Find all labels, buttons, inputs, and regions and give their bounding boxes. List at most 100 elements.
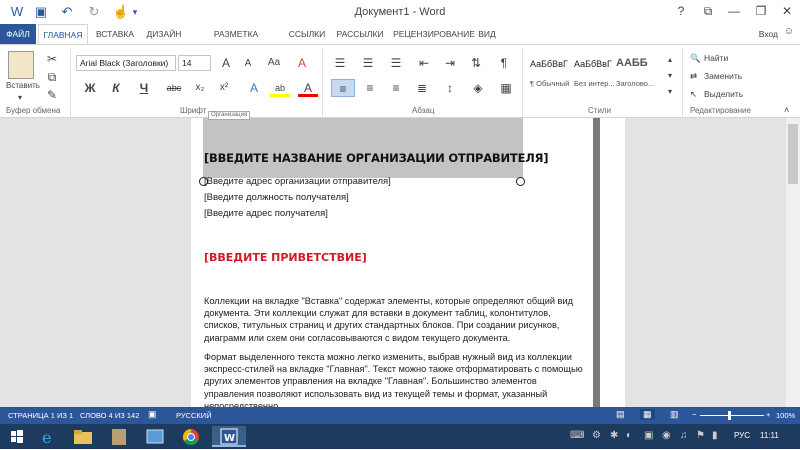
tray-icon[interactable]: ▣	[644, 430, 653, 441]
italic-button[interactable]: К	[106, 79, 126, 97]
tab-home[interactable]: ГЛАВНАЯ	[38, 24, 88, 44]
tab-references[interactable]: ССЫЛКИ	[284, 24, 330, 44]
input-language[interactable]: РУС	[734, 431, 750, 440]
read-mode-icon[interactable]: ▤	[616, 409, 625, 420]
clear-format-button[interactable]: A	[292, 54, 312, 72]
font-color-button[interactable]: A	[298, 79, 318, 97]
sign-in-link[interactable]: Вход	[759, 24, 778, 44]
find-button[interactable]: Найти	[704, 53, 728, 63]
word-taskbar-icon[interactable]: W	[212, 426, 246, 447]
font-family-combo[interactable]: Arial Black (Заголовки)	[76, 55, 176, 71]
resize-handle-right[interactable]	[516, 177, 525, 186]
style-heading[interactable]: ААББ Заголово...	[614, 49, 656, 89]
tray-icon[interactable]: ◉	[662, 430, 671, 441]
web-layout-icon[interactable]: ▥	[670, 409, 679, 420]
text-effects-button[interactable]: A	[244, 79, 264, 97]
proofing-icon[interactable]: ▣	[148, 409, 157, 420]
org-name-placeholder[interactable]: [ВВЕДИТЕ НАЗВАНИЕ ОРГАНИЗАЦИИ ОТПРАВИТЕЛ…	[204, 151, 548, 165]
align-right-icon[interactable]: ≡	[386, 79, 406, 97]
style-no-spacing[interactable]: АаБбВвГ Без интер...	[572, 49, 615, 89]
flag-icon[interactable]: ⚑	[696, 430, 705, 441]
find-icon[interactable]: 🔍	[690, 53, 701, 64]
justify-icon[interactable]: ≣	[412, 79, 432, 97]
tab-insert[interactable]: ВСТАВКА	[92, 24, 138, 44]
zoom-slider-thumb[interactable]	[728, 411, 731, 420]
paste-dropdown-icon[interactable]: ▾	[18, 93, 22, 102]
user-icon[interactable]: ☺	[784, 26, 794, 37]
superscript-button[interactable]: x²	[214, 79, 234, 97]
header-text-box[interactable]	[203, 118, 523, 178]
recipient-title-placeholder[interactable]: [Введите должность получателя]	[204, 192, 349, 203]
styles-more-icon[interactable]: ▾	[660, 83, 680, 101]
paste-button[interactable]: Вставить	[6, 81, 40, 90]
file-explorer-icon[interactable]	[68, 426, 98, 447]
select-icon[interactable]: ↖	[690, 89, 697, 100]
change-case-button[interactable]: Aa	[264, 54, 284, 72]
internet-explorer-icon[interactable]: e	[34, 426, 64, 447]
app-icon[interactable]	[104, 426, 134, 447]
keyboard-icon[interactable]: ⌨	[570, 430, 584, 441]
replace-icon[interactable]: ⇄	[690, 71, 697, 82]
network-icon[interactable]: ▮	[712, 430, 718, 441]
tab-file[interactable]: ФАЙЛ	[0, 24, 36, 44]
tray-icon[interactable]: ♫	[680, 430, 688, 441]
zoom-level[interactable]: 100%	[776, 411, 795, 420]
print-layout-icon[interactable]: ▦	[640, 409, 655, 420]
bluetooth-icon[interactable]: ✱	[610, 430, 618, 441]
body-paragraph[interactable]: Коллекции на вкладке "Вставка" содержат …	[204, 295, 584, 344]
zoom-slider[interactable]	[700, 415, 764, 416]
tab-review[interactable]: РЕЦЕНЗИРОВАНИЕ	[390, 24, 478, 44]
highlight-button[interactable]: ab	[270, 79, 290, 97]
align-center-icon[interactable]: ≡	[360, 79, 380, 97]
show-marks-button[interactable]: ¶	[494, 54, 514, 72]
minimize-button[interactable]: —	[723, 2, 745, 20]
zoom-in-button[interactable]: +	[766, 410, 770, 419]
paste-icon[interactable]	[8, 51, 34, 79]
numbering-icon[interactable]: ☰	[358, 54, 378, 72]
scrollbar-thumb[interactable]	[788, 124, 798, 184]
body-paragraph[interactable]: Формат выделенного текста можно легко из…	[204, 351, 584, 412]
chrome-icon[interactable]	[176, 426, 206, 447]
borders-icon[interactable]: ▦	[496, 79, 516, 97]
tray-icon[interactable]: ◐	[626, 430, 632, 441]
help-button[interactable]: ?	[670, 2, 692, 20]
tab-layout[interactable]: РАЗМЕТКА СТРАНИЦЫ	[192, 24, 280, 59]
sort-icon[interactable]: ⇅	[466, 54, 486, 72]
control-panel-icon[interactable]	[140, 426, 170, 447]
greeting-placeholder[interactable]: [ВВЕДИТЕ ПРИВЕТСТВИЕ]	[204, 251, 367, 264]
recipient-address-placeholder[interactable]: [Введите адрес получателя]	[204, 208, 328, 219]
copy-icon[interactable]: ⧉	[42, 68, 62, 86]
cut-icon[interactable]: ✂	[42, 50, 62, 68]
page-count[interactable]: СТРАНИЦА 1 ИЗ 1	[8, 411, 73, 420]
org-address-placeholder[interactable]: [Введите адрес организации отправителя]	[204, 176, 391, 187]
tab-mailings[interactable]: РАССЫЛКИ	[334, 24, 386, 44]
line-spacing-icon[interactable]: ↕	[440, 79, 460, 97]
zoom-out-button[interactable]: −	[692, 410, 696, 419]
align-left-icon[interactable]: ≡	[331, 79, 355, 97]
word-count[interactable]: СЛОВО 4 ИЗ 142	[80, 411, 139, 420]
font-size-combo[interactable]: 14	[178, 55, 211, 71]
select-button[interactable]: Выделить	[704, 89, 743, 99]
tray-icon[interactable]: ⚙	[592, 430, 601, 441]
shading-icon[interactable]: ◈	[468, 79, 488, 97]
replace-button[interactable]: Заменить	[704, 71, 742, 81]
tab-view[interactable]: ВИД	[474, 24, 500, 44]
shrink-font-button[interactable]: A	[238, 55, 258, 73]
strikethrough-button[interactable]: abc	[164, 79, 184, 97]
format-painter-icon[interactable]: ✎	[42, 86, 62, 104]
ribbon-display-button[interactable]: ⧉	[697, 2, 719, 20]
tab-design[interactable]: ДИЗАЙН	[142, 24, 186, 44]
underline-button[interactable]: Ч	[134, 79, 154, 97]
collapse-ribbon-icon[interactable]: ˄	[784, 105, 789, 115]
subscript-button[interactable]: x₂	[190, 79, 210, 97]
restore-button[interactable]: ❐	[750, 2, 772, 20]
decrease-indent-icon[interactable]: ⇤	[414, 54, 434, 72]
bullets-icon[interactable]: ☰	[330, 54, 350, 72]
style-normal[interactable]: АаБбВвГ ¶ Обычный	[528, 49, 570, 89]
grow-font-button[interactable]: A	[216, 54, 236, 72]
close-button[interactable]: ✕	[776, 2, 798, 20]
multilevel-list-icon[interactable]: ☰	[386, 54, 406, 72]
clock[interactable]: 11:11	[760, 431, 779, 440]
language-indicator[interactable]: РУССКИЙ	[176, 411, 212, 420]
increase-indent-icon[interactable]: ⇥	[440, 54, 460, 72]
